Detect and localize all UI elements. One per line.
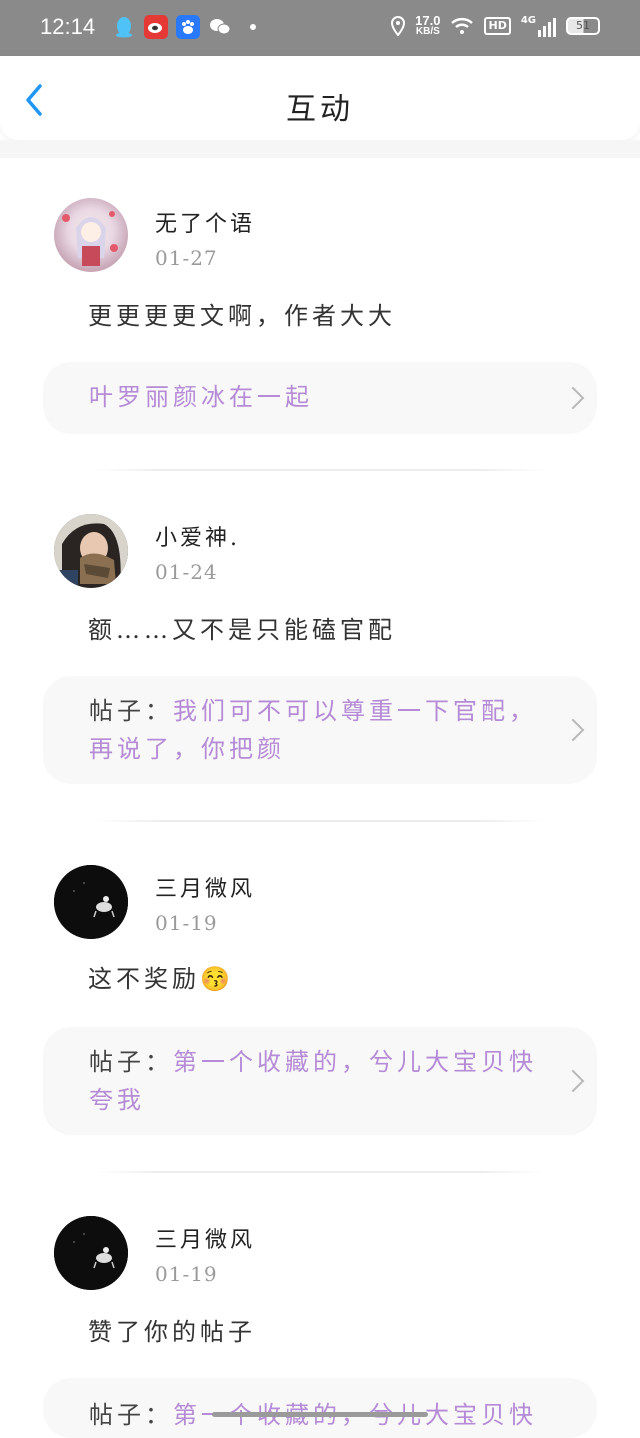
- interaction-item: 小爱神. 01-24 额……又不是只能磕官配 帖子：我们可不可以尊重一下官配，再…: [0, 472, 640, 820]
- hd-icon: HD: [484, 16, 511, 35]
- battery-icon: 51: [566, 16, 600, 35]
- location-icon: [391, 15, 406, 36]
- avatar-image: [54, 865, 128, 939]
- user-name[interactable]: 三月微风: [155, 871, 255, 903]
- post-date: 01-19: [155, 1262, 218, 1286]
- wechat-icon: [208, 15, 232, 39]
- signal-type: 4G: [520, 14, 536, 26]
- comment-text: 赞了你的帖子: [88, 1318, 256, 1346]
- post-date: 01-19: [155, 911, 218, 935]
- status-time: 12:14: [40, 14, 96, 39]
- avatar[interactable]: [54, 198, 128, 272]
- interaction-item: 三月微风 01-19 这不奖励😚 帖子：第一个收藏的，兮儿大宝贝快夸我: [0, 823, 640, 1171]
- chevron-right-icon: [561, 386, 585, 410]
- post-label: 帖子：: [89, 1401, 173, 1429]
- net-speed-unit: KB/S: [415, 26, 440, 37]
- avatar[interactable]: [54, 1216, 128, 1290]
- page-title: 互动: [286, 92, 354, 127]
- user-name[interactable]: 三月微风: [155, 1222, 255, 1254]
- weibo-icon: [144, 15, 168, 39]
- page-header: 互动: [0, 56, 640, 140]
- referenced-post-card[interactable]: 帖子：我们可不可以尊重一下官配，再说了，你把颜: [43, 676, 597, 784]
- item-divider: [95, 820, 545, 822]
- avatar-image: [54, 1216, 128, 1290]
- notification-icons: [112, 15, 256, 39]
- interaction-item: 三月微风 01-19 赞了你的帖子 帖子：第一个收藏的，兮儿大宝贝快: [0, 1174, 640, 1438]
- item-divider: [95, 469, 545, 471]
- wifi-icon: [451, 17, 474, 34]
- header-separator: [0, 140, 640, 158]
- home-indicator[interactable]: [212, 1412, 428, 1417]
- status-bar: 12:14 17.0 KB/S HD 4G 51: [0, 0, 640, 56]
- user-name[interactable]: 小爱神.: [155, 520, 240, 552]
- avatar-image: [62, 211, 118, 266]
- network-speed: 17.0 KB/S: [415, 14, 440, 37]
- system-icons: 17.0 KB/S HD 4G 51: [391, 14, 600, 37]
- qq-icon: [112, 15, 136, 39]
- signal-icon: 4G: [521, 15, 556, 37]
- referenced-post-title: 叶罗丽颜冰在一起: [89, 383, 313, 411]
- interaction-item: 无了个语 01-27 更更更更文啊，作者大大 叶罗丽颜冰在一起: [0, 158, 640, 470]
- post-label: 帖子：: [89, 1048, 173, 1076]
- referenced-post-card[interactable]: 帖子：第一个收藏的，兮儿大宝贝快: [43, 1378, 597, 1438]
- comment-text: 更更更更文啊，作者大大: [88, 302, 396, 330]
- post-date: 01-27: [155, 246, 218, 270]
- user-name[interactable]: 无了个语: [155, 206, 255, 238]
- referenced-post-card[interactable]: 帖子：第一个收藏的，兮儿大宝贝快夸我: [43, 1027, 597, 1135]
- more-notifications-dot: [250, 24, 256, 30]
- avatar[interactable]: [54, 514, 128, 588]
- chevron-right-icon: [561, 1069, 585, 1093]
- referenced-post-card[interactable]: 叶罗丽颜冰在一起: [43, 362, 597, 434]
- avatar[interactable]: [54, 865, 128, 939]
- avatar-image: [54, 514, 128, 588]
- item-divider: [95, 1171, 545, 1173]
- comment-text: 这不奖励😚: [88, 965, 234, 993]
- comment-text: 额……又不是只能磕官配: [88, 616, 396, 644]
- chevron-right-icon: [561, 718, 585, 742]
- post-label: 帖子：: [89, 697, 173, 725]
- baidu-icon: [176, 15, 200, 39]
- post-date: 01-24: [155, 560, 218, 584]
